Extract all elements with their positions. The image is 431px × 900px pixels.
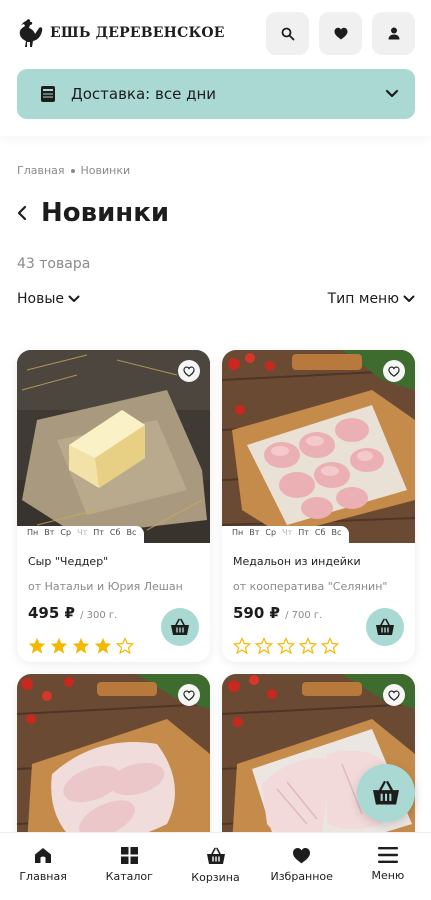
product-unit: / 700 г. <box>285 610 323 621</box>
favorites-button[interactable] <box>319 12 362 55</box>
delivery-selector[interactable]: Доставка: все дни <box>17 69 415 119</box>
star-filled-icon <box>94 637 112 654</box>
day-label: Пн <box>232 528 244 537</box>
chevron-down-icon <box>403 295 415 302</box>
product-count: 43 товара <box>17 256 91 272</box>
heart-outline-icon <box>183 690 195 701</box>
logo[interactable]: ЕШЬ ДЕРЕВЕНСКОЕ <box>16 16 225 50</box>
product-unit: / 300 г. <box>80 610 118 621</box>
star-outline-icon <box>233 637 251 654</box>
nav-label: Главная <box>19 870 67 883</box>
day-label: Ср <box>60 528 72 537</box>
sort-dropdown[interactable]: Новые <box>17 291 80 307</box>
heart-icon <box>293 848 311 864</box>
breadcrumb-current: Новинки <box>80 164 131 177</box>
delivery-days: Пн Вт Ср Чт Пт Сб Вс <box>17 526 145 543</box>
menu-type-dropdown[interactable]: Тип меню <box>328 291 415 307</box>
nav-item-menu[interactable]: Меню <box>345 833 431 900</box>
day-label: Вт <box>44 528 55 537</box>
day-label: Пт <box>298 528 309 537</box>
day-label: Чт <box>282 528 293 537</box>
menu-type-label: Тип меню <box>327 291 399 307</box>
sort-label: Новые <box>17 291 65 307</box>
home-icon <box>35 848 52 863</box>
chevron-down-icon <box>68 295 80 302</box>
nav-label: Меню <box>371 869 405 882</box>
calendar-icon <box>41 86 55 102</box>
star-filled-icon <box>72 637 90 654</box>
chevron-down-icon <box>385 89 399 98</box>
bottom-navigation: Главная Каталог Корзина Избранное Меню <box>0 832 431 900</box>
breadcrumb-home[interactable]: Главная <box>17 164 65 177</box>
grid-icon <box>120 847 138 864</box>
app-header: ЕШЬ ДЕРЕВЕНСКОЕ Доставка: все дни <box>0 0 431 136</box>
star-outline-icon <box>255 637 273 654</box>
delivery-days: Пн Вт Ср Чт Пт Сб Вс <box>222 526 350 543</box>
day-label: Ср <box>265 528 277 537</box>
day-label: Пт <box>93 528 104 537</box>
back-arrow-icon[interactable] <box>17 205 27 221</box>
nav-item-home[interactable]: Главная <box>0 833 86 900</box>
star-outline-icon <box>321 637 339 654</box>
logo-text: ЕШЬ ДЕРЕВЕНСКОЕ <box>50 25 225 41</box>
day-label: Вт <box>249 528 260 537</box>
heart-outline-icon <box>388 366 400 377</box>
heart-outline-icon <box>183 366 195 377</box>
nav-item-catalog[interactable]: Каталог <box>86 833 172 900</box>
favorite-toggle[interactable] <box>383 684 405 706</box>
product-price: 495 ₽ <box>28 604 75 622</box>
product-image[interactable]: Пн Вт Ср Чт Пт Сб Вс <box>222 350 415 543</box>
basket-icon <box>373 781 399 805</box>
profile-button[interactable] <box>372 12 415 55</box>
product-farmer[interactable]: от Натальи и Юрия Лешан <box>28 580 210 593</box>
breadcrumb: Главная Новинки <box>17 164 130 177</box>
product-name[interactable]: Сыр "Чеддер" <box>28 555 210 568</box>
menu-icon <box>377 847 398 863</box>
nav-item-favorites[interactable]: Избранное <box>259 833 345 900</box>
search-button[interactable] <box>266 12 309 55</box>
basket-icon <box>171 618 189 635</box>
basket-icon <box>206 847 225 864</box>
heart-outline-icon <box>388 690 400 701</box>
nav-item-cart[interactable]: Корзина <box>172 833 258 900</box>
star-outline-icon <box>116 637 134 654</box>
breadcrumb-separator <box>70 168 75 173</box>
add-to-cart-button[interactable] <box>366 608 404 646</box>
day-label: Сб <box>109 528 121 537</box>
product-price: 590 ₽ <box>233 604 280 622</box>
day-label: Сб <box>314 528 326 537</box>
floating-cart-button[interactable] <box>357 764 415 822</box>
heart-icon <box>334 27 347 40</box>
product-card[interactable]: Пн Вт Ср Чт Пт Сб Вс Сыр "Чеддер" от Нат… <box>17 350 210 662</box>
nav-label: Избранное <box>270 870 333 883</box>
add-to-cart-button[interactable] <box>161 608 199 646</box>
nav-label: Корзина <box>191 871 240 884</box>
product-image[interactable]: Пн Вт Ср Чт Пт Сб Вс <box>17 350 210 543</box>
search-icon <box>281 27 294 40</box>
favorite-toggle[interactable] <box>383 360 405 382</box>
basket-icon <box>376 618 394 635</box>
product-name[interactable]: Медальон из индейки <box>233 555 415 568</box>
rooster-icon <box>19 19 43 47</box>
favorite-toggle[interactable] <box>178 684 200 706</box>
day-label: Вс <box>126 528 137 537</box>
delivery-label: Доставка: все дни <box>71 85 216 103</box>
day-label: Пн <box>27 528 39 537</box>
star-filled-icon <box>50 637 68 654</box>
page-title: Новинки <box>41 198 170 228</box>
title-row: Новинки <box>17 198 169 228</box>
product-card[interactable]: Пн Вт Ср Чт Пт Сб Вс Медальон из индейки… <box>222 350 415 662</box>
product-farmer[interactable]: от кооператива "Селянин" <box>233 580 415 593</box>
day-label: Вс <box>331 528 342 537</box>
user-icon <box>388 27 399 40</box>
favorite-toggle[interactable] <box>178 360 200 382</box>
day-label: Чт <box>77 528 88 537</box>
star-filled-icon <box>28 637 46 654</box>
star-outline-icon <box>277 637 295 654</box>
star-outline-icon <box>299 637 317 654</box>
nav-label: Каталог <box>105 870 153 883</box>
